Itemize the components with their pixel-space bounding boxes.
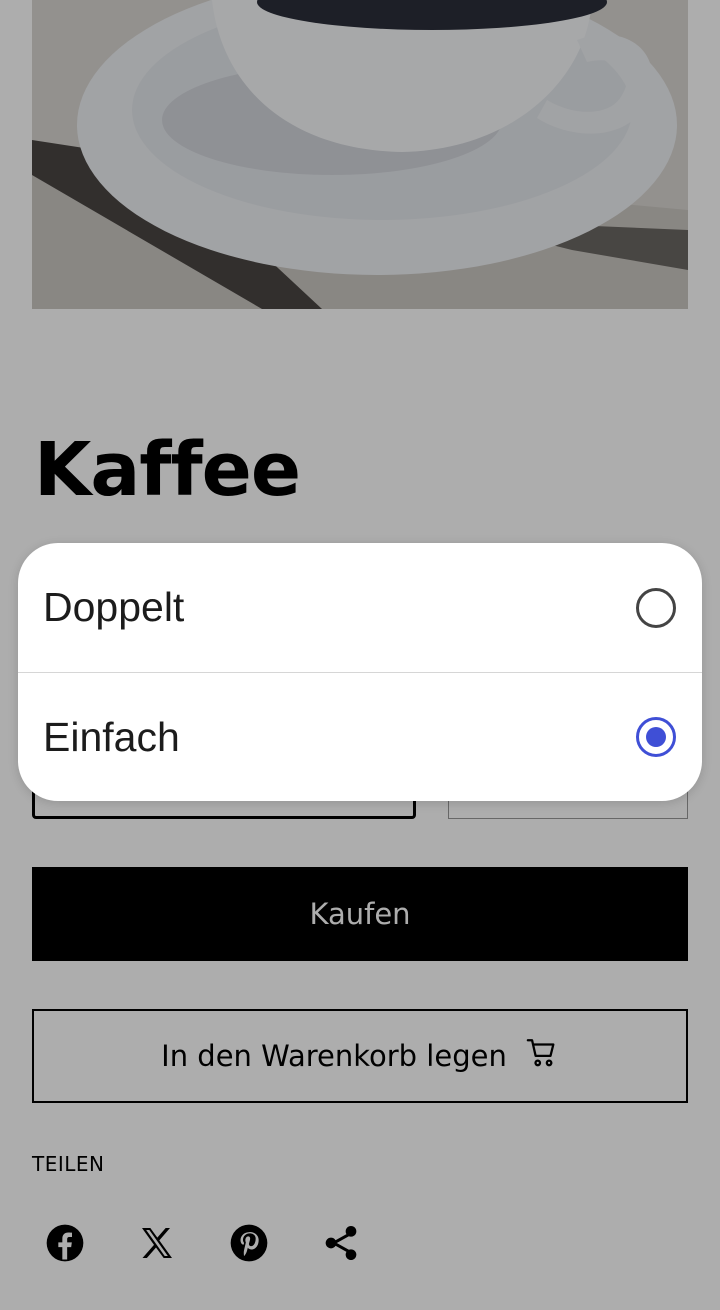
radio-checked-icon[interactable] xyxy=(636,717,676,757)
option-label: Einfach xyxy=(43,713,180,760)
option-doppelt[interactable]: Doppelt xyxy=(18,543,702,672)
radio-unchecked-icon[interactable] xyxy=(636,587,676,628)
option-einfach[interactable]: Einfach xyxy=(18,672,702,801)
variant-options-dialog: Doppelt Einfach xyxy=(18,543,702,801)
product-page: Kaffee Kaufen In den Warenkorb legen TEI… xyxy=(0,0,720,1310)
option-label: Doppelt xyxy=(43,584,185,630)
